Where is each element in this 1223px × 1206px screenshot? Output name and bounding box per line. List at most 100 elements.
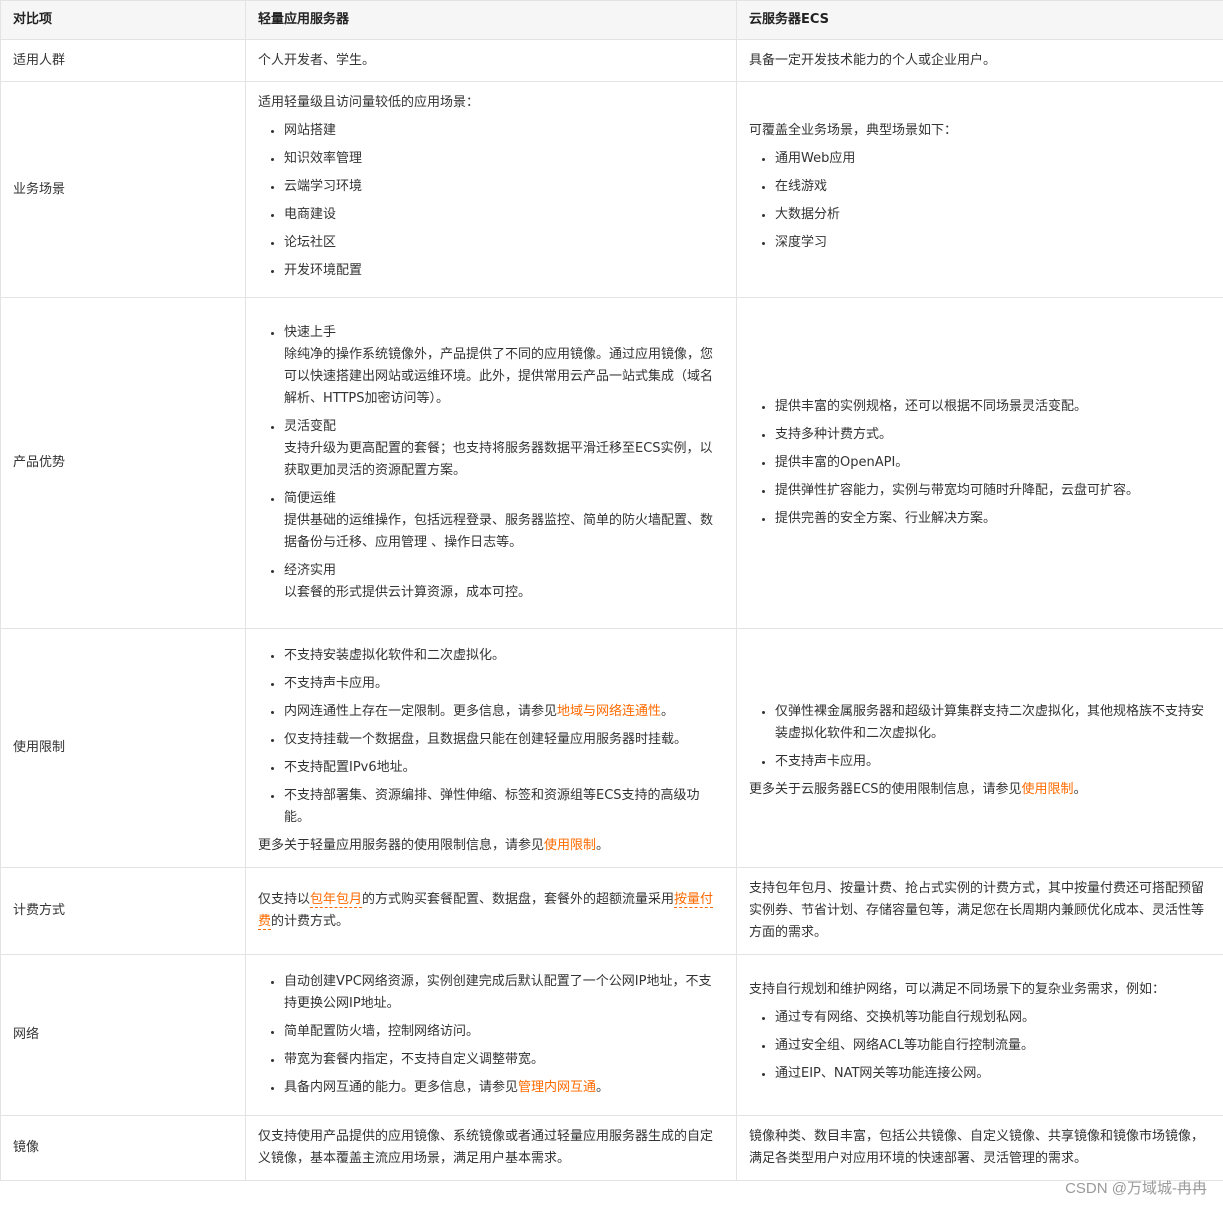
csdn-watermark: CSDN @万域城-冉冉 [1065, 1180, 1207, 1197]
list-item: 快速上手 除纯净的操作系统镜像外，产品提供了不同的应用镜像。通过应用镜像，您可以… [284, 322, 724, 410]
row-label: 网络 [0, 954, 246, 1116]
swas-cell: 自动创建VPC网络资源，实例创建完成后默认配置了一个公网IP地址，不支持更换公网… [245, 954, 737, 1116]
header-ecs: 云服务器ECS [736, 0, 1223, 40]
item-text: 内网连通性上存在一定限制。更多信息，请参见 [284, 704, 558, 719]
ecs-cell: 镜像种类、数目丰富，包括公共镜像、自定义镜像、共享镜像和镜像市场镜像，满足各类型… [736, 1115, 1223, 1181]
list-item: 通过专有网络、交换机等功能自行规划私网。 [775, 1007, 1211, 1029]
list-item: 不支持部署集、资源编排、弹性伸缩、标签和资源组等ECS支持的高级功能。 [284, 785, 724, 829]
advantage-desc: 除纯净的操作系统镜像外，产品提供了不同的应用镜像。通过应用镜像，您可以快速搭建出… [284, 347, 714, 406]
list-item: 自动创建VPC网络资源，实例创建完成后默认配置了一个公网IP地址，不支持更换公网… [284, 971, 724, 1015]
more-info: 更多关于云服务器ECS的使用限制信息，请参见使用限制。 [749, 779, 1211, 801]
list-item: 简单配置防火墙，控制网络访问。 [284, 1021, 724, 1043]
list-item: 通过EIP、NAT网关等功能连接公网。 [775, 1063, 1211, 1085]
intranet-interconnect-link[interactable]: 管理内网互通 [518, 1080, 596, 1095]
table-row-image: 镜像 仅支持使用产品提供的应用镜像、系统镜像或者通过轻量应用服务器生成的自定义镜… [0, 1115, 1223, 1181]
swas-cell: 适用轻量级且访问量较低的应用场景： 网站搭建 知识效率管理 云端学习环境 电商建… [245, 81, 737, 298]
item-text: 的方式购买套餐配置、数据盘，套餐外的超额流量采用 [362, 892, 675, 907]
item-text: 的计费方式。 [271, 914, 350, 929]
item-text: 。 [1073, 782, 1087, 797]
list-item: 电商建设 [284, 204, 724, 226]
ecs-usage-limits-link[interactable]: 使用限制 [1022, 782, 1074, 797]
list-item: 仅弹性裸金属服务器和超级计算集群支持二次虚拟化，其他规格族不支持安装虚拟化软件和… [775, 701, 1211, 745]
swas-cell: 不支持安装虚拟化软件和二次虚拟化。 不支持声卡应用。 内网连通性上存在一定限制。… [245, 628, 737, 868]
table-row-scenarios: 业务场景 适用轻量级且访问量较低的应用场景： 网站搭建 知识效率管理 云端学习环… [0, 81, 1223, 298]
row-label: 使用限制 [0, 628, 246, 868]
row-label: 适用人群 [0, 39, 246, 82]
cell-intro: 支持自行规划和维护网络，可以满足不同场景下的复杂业务需求，例如： [749, 982, 1166, 997]
item-text: 具备内网互通的能力。更多信息，请参见 [284, 1080, 519, 1095]
list-item: 云端学习环境 [284, 176, 724, 198]
list-item: 支持多种计费方式。 [775, 424, 1211, 446]
list-item: 提供弹性扩容能力，实例与带宽均可随时升降配，云盘可扩容。 [775, 480, 1211, 502]
list-item: 简便运维 提供基础的运维操作，包括远程登录、服务器监控、简单的防火墙配置、数据备… [284, 488, 724, 554]
row-label: 业务场景 [0, 81, 246, 298]
advantage-title: 经济实用 [284, 563, 337, 578]
advantage-title: 灵活变配 [284, 419, 337, 434]
list-item: 知识效率管理 [284, 148, 724, 170]
limit-list: 仅弹性裸金属服务器和超级计算集群支持二次虚拟化，其他规格族不支持安装虚拟化软件和… [749, 701, 1211, 773]
row-label: 产品优势 [0, 297, 246, 629]
list-item: 大数据分析 [775, 204, 1211, 226]
advantage-title: 简便运维 [284, 491, 337, 506]
list-item: 带宽为套餐内指定，不支持自定义调整带宽。 [284, 1049, 724, 1071]
item-text: 更多关于云服务器ECS的使用限制信息，请参见 [749, 782, 1022, 797]
region-connectivity-link[interactable]: 地域与网络连通性 [557, 704, 661, 719]
limit-list: 不支持安装虚拟化软件和二次虚拟化。 不支持声卡应用。 内网连通性上存在一定限制。… [258, 645, 724, 829]
ecs-cell: 可覆盖全业务场景，典型场景如下： 通用Web应用 在线游戏 大数据分析 深度学习 [736, 81, 1223, 298]
header-compare-item: 对比项 [0, 0, 246, 40]
table-row-network: 网络 自动创建VPC网络资源，实例创建完成后默认配置了一个公网IP地址，不支持更… [0, 954, 1223, 1116]
list-item: 网站搭建 [284, 120, 724, 142]
advantage-list: 提供丰富的实例规格，还可以根据不同场景灵活变配。 支持多种计费方式。 提供丰富的… [749, 396, 1211, 530]
ecs-cell: 具备一定开发技术能力的个人或企业用户。 [736, 39, 1223, 82]
swas-cell: 仅支持使用产品提供的应用镜像、系统镜像或者通过轻量应用服务器生成的自定义镜像，基… [245, 1115, 737, 1181]
comparison-table: 对比项 轻量应用服务器 云服务器ECS 适用人群 个人开发者、学生。 具备一定开… [0, 0, 1223, 1181]
table-row-limits: 使用限制 不支持安装虚拟化软件和二次虚拟化。 不支持声卡应用。 内网连通性上存在… [0, 628, 1223, 868]
list-item: 不支持声卡应用。 [284, 673, 724, 695]
list-item: 论坛社区 [284, 232, 724, 254]
item-text: 。 [596, 1080, 610, 1095]
list-item: 通用Web应用 [775, 148, 1211, 170]
row-label: 计费方式 [0, 867, 246, 955]
table-row-audience: 适用人群 个人开发者、学生。 具备一定开发技术能力的个人或企业用户。 [0, 39, 1223, 82]
network-list: 通过专有网络、交换机等功能自行规划私网。 通过安全组、网络ACL等功能自行控制流… [749, 1007, 1211, 1085]
list-item: 灵活变配 支持升级为更高配置的套餐；也支持将服务器数据平滑迁移至ECS实例，以获… [284, 416, 724, 482]
list-item: 开发环境配置 [284, 260, 724, 282]
advantage-desc: 以套餐的形式提供云计算资源，成本可控。 [284, 585, 532, 600]
table-header-row: 对比项 轻量应用服务器 云服务器ECS [0, 0, 1223, 40]
list-item: 通过安全组、网络ACL等功能自行控制流量。 [775, 1035, 1211, 1057]
swas-cell: 个人开发者、学生。 [245, 39, 737, 82]
usage-limits-link[interactable]: 使用限制 [544, 838, 596, 853]
header-swas: 轻量应用服务器 [245, 0, 737, 40]
list-item: 经济实用 以套餐的形式提供云计算资源，成本可控。 [284, 560, 724, 604]
cell-intro: 可覆盖全业务场景，典型场景如下： [749, 122, 958, 138]
list-item: 仅支持挂载一个数据盘，且数据盘只能在创建轻量应用服务器时挂载。 [284, 729, 724, 751]
swas-cell: 快速上手 除纯净的操作系统镜像外，产品提供了不同的应用镜像。通过应用镜像，您可以… [245, 297, 737, 629]
item-text: 更多关于轻量应用服务器的使用限制信息，请参见 [258, 838, 545, 853]
advantage-title: 快速上手 [284, 325, 337, 340]
cell-intro: 适用轻量级且访问量较低的应用场景： [258, 94, 480, 110]
network-list: 自动创建VPC网络资源，实例创建完成后默认配置了一个公网IP地址，不支持更换公网… [258, 971, 724, 1099]
ecs-cell: 提供丰富的实例规格，还可以根据不同场景灵活变配。 支持多种计费方式。 提供丰富的… [736, 297, 1223, 629]
ecs-cell: 支持自行规划和维护网络，可以满足不同场景下的复杂业务需求，例如： 通过专有网络、… [736, 954, 1223, 1116]
swas-cell: 仅支持以包年包月的方式购买套餐配置、数据盘，套餐外的超额流量采用按量付费的计费方… [245, 867, 737, 955]
row-label: 镜像 [0, 1115, 246, 1181]
list-item: 不支持安装虚拟化软件和二次虚拟化。 [284, 645, 724, 667]
table-row-billing: 计费方式 仅支持以包年包月的方式购买套餐配置、数据盘，套餐外的超额流量采用按量付… [0, 867, 1223, 955]
list-item: 不支持配置IPv6地址。 [284, 757, 724, 779]
list-item: 深度学习 [775, 232, 1211, 254]
subscription-link[interactable]: 包年包月 [310, 892, 363, 908]
advantage-desc: 提供基础的运维操作，包括远程登录、服务器监控、简单的防火墙配置、数据备份与迁移、… [284, 513, 714, 550]
advantage-desc: 支持升级为更高配置的套餐；也支持将服务器数据平滑迁移至ECS实例，以获取更加灵活… [284, 441, 713, 478]
item-text: 。 [661, 704, 675, 719]
list-item: 提供完善的安全方案、行业解决方案。 [775, 508, 1211, 530]
ecs-cell: 仅弹性裸金属服务器和超级计算集群支持二次虚拟化，其他规格族不支持安装虚拟化软件和… [736, 628, 1223, 868]
list-item: 提供丰富的实例规格，还可以根据不同场景灵活变配。 [775, 396, 1211, 418]
advantage-list: 快速上手 除纯净的操作系统镜像外，产品提供了不同的应用镜像。通过应用镜像，您可以… [258, 322, 724, 604]
scenario-list: 网站搭建 知识效率管理 云端学习环境 电商建设 论坛社区 开发环境配置 [258, 120, 724, 282]
item-text: 。 [596, 838, 610, 853]
scenario-list: 通用Web应用 在线游戏 大数据分析 深度学习 [749, 148, 1211, 254]
ecs-cell: 支持包年包月、按量计费、抢占式实例的计费方式，其中按量付费还可搭配预留实例券、节… [736, 867, 1223, 955]
item-text: 仅支持以 [258, 892, 311, 907]
more-info: 更多关于轻量应用服务器的使用限制信息，请参见使用限制。 [258, 835, 724, 857]
list-item: 具备内网互通的能力。更多信息，请参见管理内网互通。 [284, 1077, 724, 1099]
